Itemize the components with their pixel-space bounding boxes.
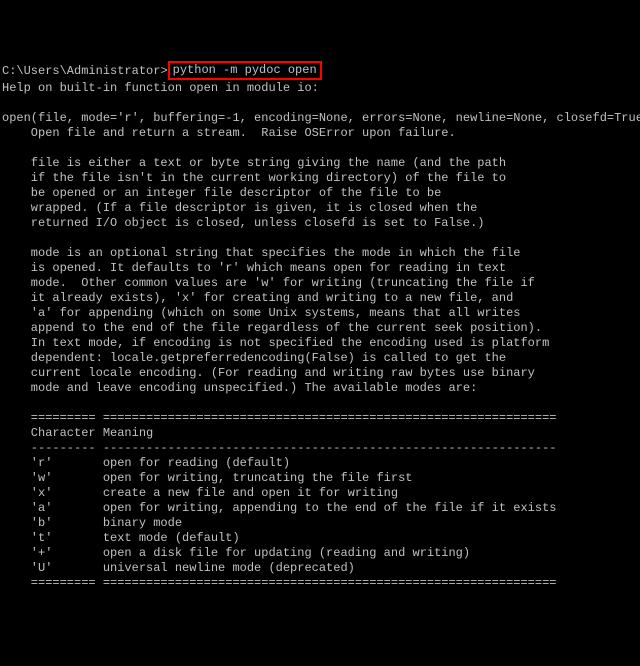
command-text[interactable]: python -m pydoc open <box>173 63 317 77</box>
description: Open file and return a stream. Raise OSE… <box>2 126 456 140</box>
table-row: 'w' open for writing, truncating the fil… <box>2 471 412 485</box>
command-highlight: python -m pydoc open <box>168 61 322 80</box>
table-row: 'x' create a new file and open it for wr… <box>2 486 398 500</box>
table-divider-mid: --------- ------------------------------… <box>2 441 557 455</box>
terminal-output: Help on built-in function open in module… <box>2 81 638 591</box>
function-signature: open(file, mode='r', buffering=-1, encod… <box>2 111 640 125</box>
table-row: 'r' open for reading (default) <box>2 456 290 470</box>
table-divider-bottom: ========= ==============================… <box>2 576 557 590</box>
table-row: 'b' binary mode <box>2 516 182 530</box>
paragraph-file: file is either a text or byte string giv… <box>2 156 506 230</box>
table-row: 'a' open for writing, appending to the e… <box>2 501 557 515</box>
table-row: 't' text mode (default) <box>2 531 240 545</box>
help-header: Help on built-in function open in module… <box>2 81 319 95</box>
table-divider-top: ========= ==============================… <box>2 411 557 425</box>
prompt-char: > <box>160 64 167 78</box>
paragraph-mode: mode is an optional string that specifie… <box>2 246 549 395</box>
prompt-path: C:\Users\Administrator <box>2 64 160 78</box>
table-row: '+' open a disk file for updating (readi… <box>2 546 470 560</box>
table-header: Character Meaning <box>2 426 153 440</box>
table-row: 'U' universal newline mode (deprecated) <box>2 561 355 575</box>
